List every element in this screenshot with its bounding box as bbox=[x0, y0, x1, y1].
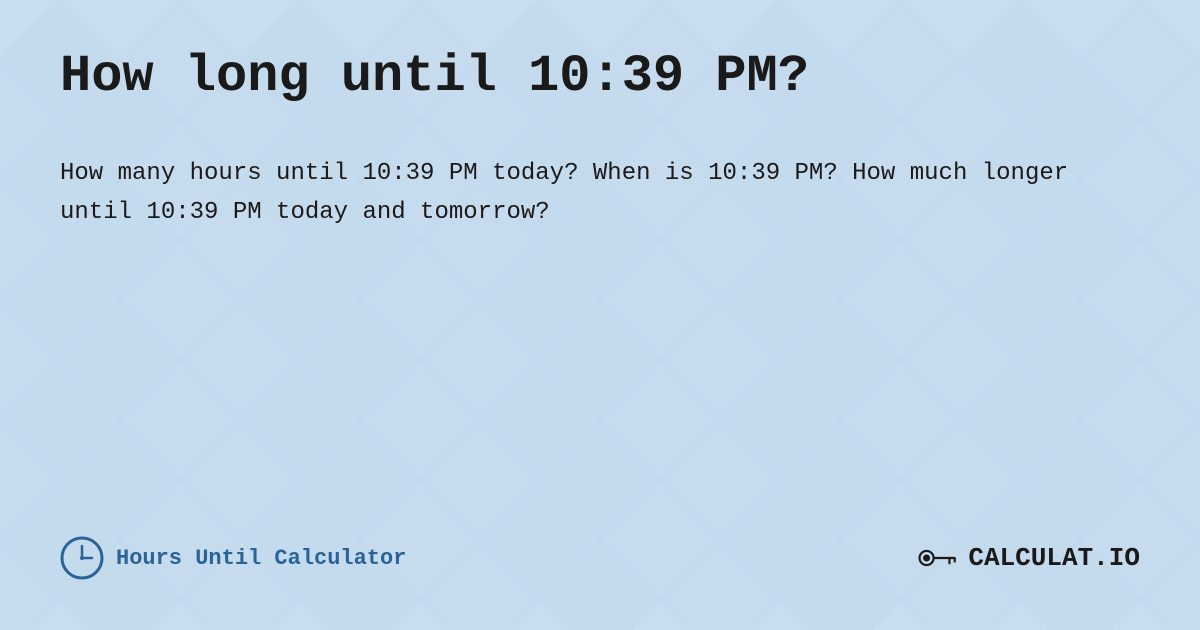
footer: Hours Until Calculator CALCULAT.IO bbox=[60, 536, 1140, 590]
branding-left: Hours Until Calculator bbox=[60, 536, 406, 580]
calculat-io-label: CALCULAT.IO bbox=[968, 543, 1140, 573]
hours-until-calculator-label: Hours Until Calculator bbox=[116, 546, 406, 571]
page-description: How many hours until 10:39 PM today? Whe… bbox=[60, 155, 1110, 232]
calculat-io-logo-icon bbox=[916, 540, 960, 576]
page-title: How long until 10:39 PM? bbox=[60, 48, 1140, 105]
clock-icon bbox=[60, 536, 104, 580]
branding-right: CALCULAT.IO bbox=[916, 540, 1140, 576]
